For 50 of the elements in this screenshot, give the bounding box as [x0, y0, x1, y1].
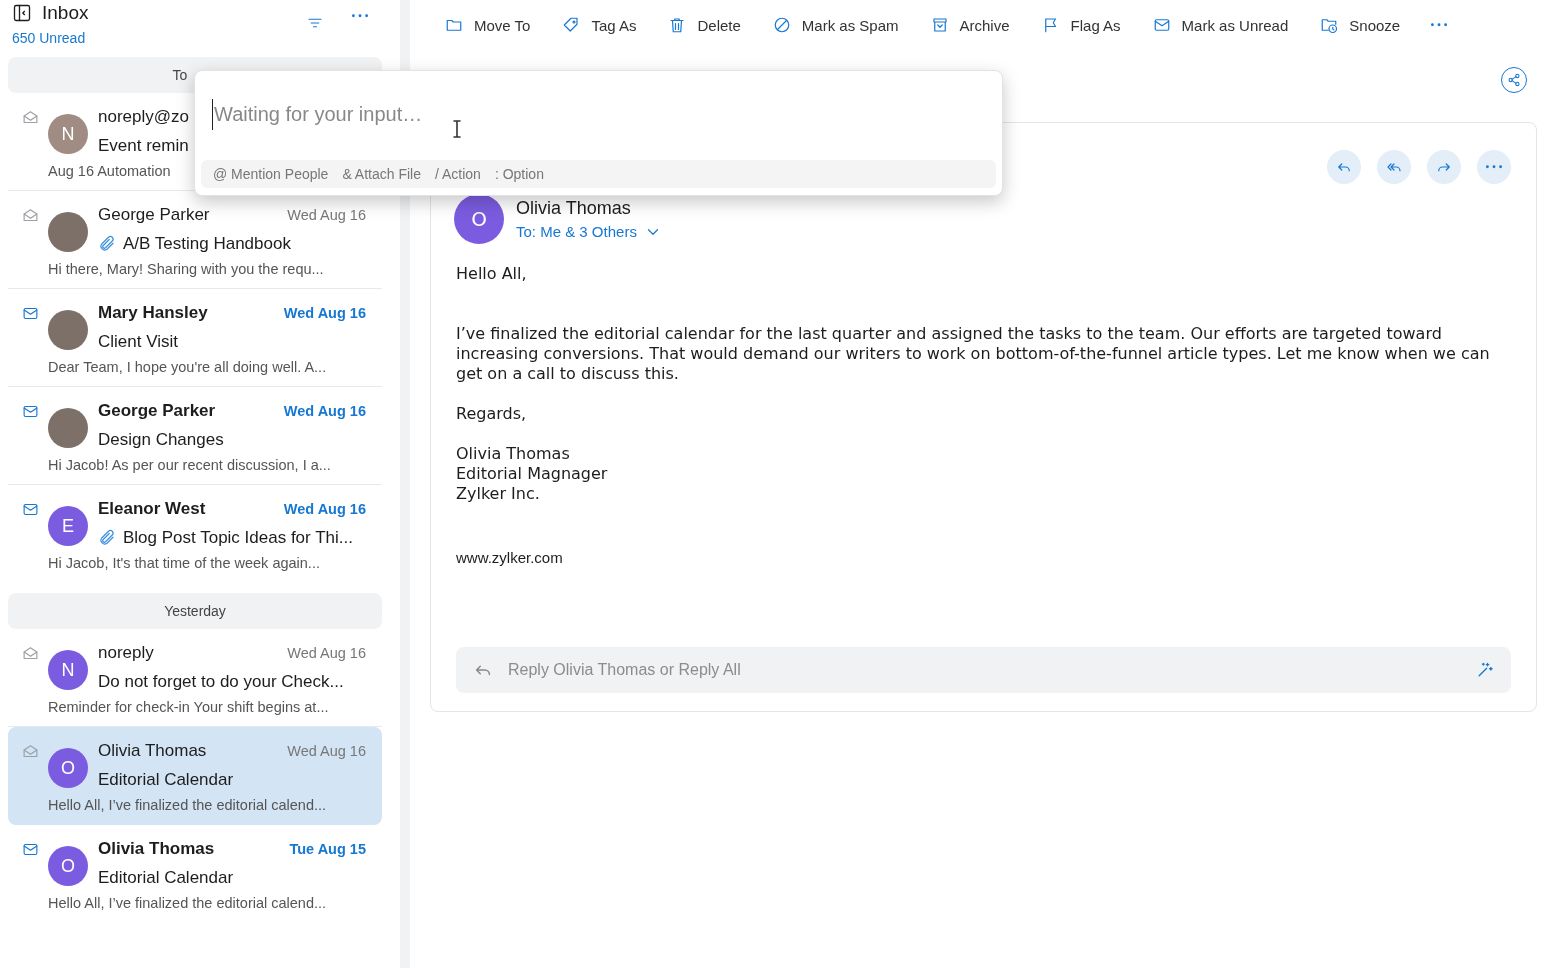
- command-hint: : Option: [494, 166, 544, 182]
- sender-name: George Parker: [98, 205, 210, 225]
- email-preview: Hi there, Mary! Sharing with you the requ...: [48, 261, 324, 277]
- email-subject: Design Changes: [98, 430, 224, 450]
- message-paragraph: I’ve finalized the editorial calendar for the last quarter and assigned the tasks to the team. Our efforts are targeted toward increasing conversions. That would demand our writers to work on bottom-of-the-funnel article types. Let me know when we can get on a call to discuss this.: [456, 324, 1491, 384]
- avatar: O: [48, 846, 88, 886]
- email-preview: Dear Team, I hope you're all doing well. A...: [48, 359, 327, 375]
- signature-line: Zylker Inc.: [456, 484, 541, 504]
- email-subject: Event remin: [98, 136, 189, 156]
- email-preview: Hello All, I’ve finalized the editorial calend...: [48, 797, 327, 813]
- email-preview: Reminder for check-in Your shift begins at...: [48, 699, 329, 715]
- command-hint: & Attach File: [342, 166, 421, 182]
- sender-avatar: O: [454, 194, 504, 244]
- message-paragraph: Regards,: [456, 404, 528, 424]
- email-subject: Client Visit: [98, 332, 178, 352]
- signature-line: Olivia Thomas: [456, 444, 571, 464]
- sender-name: Olivia Thomas: [516, 198, 632, 219]
- signature-line: Editorial Magnager: [456, 464, 609, 484]
- sender-name: noreply@zo: [98, 107, 189, 127]
- email-subject: Editorial Calendar: [98, 770, 234, 790]
- avatar: E: [48, 506, 88, 546]
- email-date: Wed Aug 16: [283, 403, 366, 419]
- email-date: Tue Aug 15: [289, 841, 366, 857]
- sender-name: Eleanor West: [98, 499, 206, 519]
- sender-name: Olivia Thomas: [98, 839, 215, 859]
- command-hint: @ Mention People: [213, 166, 329, 182]
- sender-name: Olivia Thomas: [98, 741, 207, 761]
- email-date: Wed Aug 16: [287, 743, 366, 759]
- email-subject: A/B Testing Handbook: [123, 234, 291, 254]
- avatar: O: [48, 748, 88, 788]
- email-preview: Hi Jacob, It's that time of the week again...: [48, 555, 320, 571]
- avatar: N: [48, 114, 88, 154]
- email-preview: Aug 16 Automation: [48, 163, 171, 179]
- sender-name: noreply: [98, 643, 154, 663]
- email-date: Wed Aug 16: [283, 501, 366, 517]
- email-subject: Do not forget to do your Check...: [98, 672, 344, 692]
- folder-title: Inbox: [42, 2, 89, 24]
- email-subject: Editorial Calendar: [98, 868, 234, 888]
- sender-name: Mary Hansley: [98, 303, 208, 323]
- email-date: Wed Aug 16: [283, 305, 366, 321]
- message-paragraph: Hello All,: [456, 264, 528, 284]
- email-subject: Blog Post Topic Ideas for Thi...: [123, 528, 353, 548]
- sender-name: George Parker: [98, 401, 216, 421]
- email-date: Wed Aug 16: [287, 207, 366, 223]
- email-preview: Hi Jacob! As per our recent discussion, I a...: [48, 457, 331, 473]
- command-hint: / Action: [435, 166, 481, 182]
- date-group-header: Yesterday: [8, 593, 382, 629]
- email-preview: Hello All, I’ve finalized the editorial calend...: [48, 895, 327, 911]
- email-date: Wed Aug 16: [287, 645, 366, 661]
- avatar: N: [48, 650, 88, 690]
